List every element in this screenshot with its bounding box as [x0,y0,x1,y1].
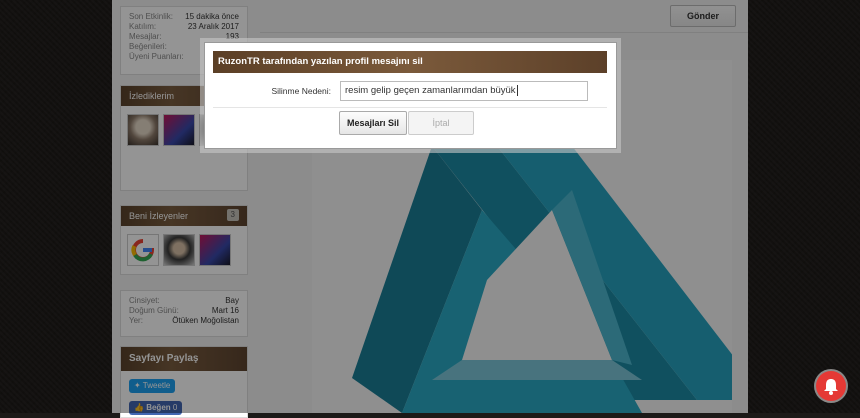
reason-input[interactable]: resim gelip geçen zamanlarımdan büyük [340,81,588,101]
bell-icon [824,379,838,395]
reason-label: Silinme Nedeni: [271,86,331,96]
delete-profile-message-dialog: RuzonTR tarafından yazılan profil mesajı… [204,42,617,149]
delete-messages-button[interactable]: Mesajları Sil [339,111,407,135]
dialog-divider [213,107,607,108]
notification-bell-button[interactable] [816,371,846,401]
text-cursor [516,85,518,96]
dialog-title: RuzonTR tarafından yazılan profil mesajı… [213,51,607,73]
cancel-button[interactable]: İptal [408,111,474,135]
